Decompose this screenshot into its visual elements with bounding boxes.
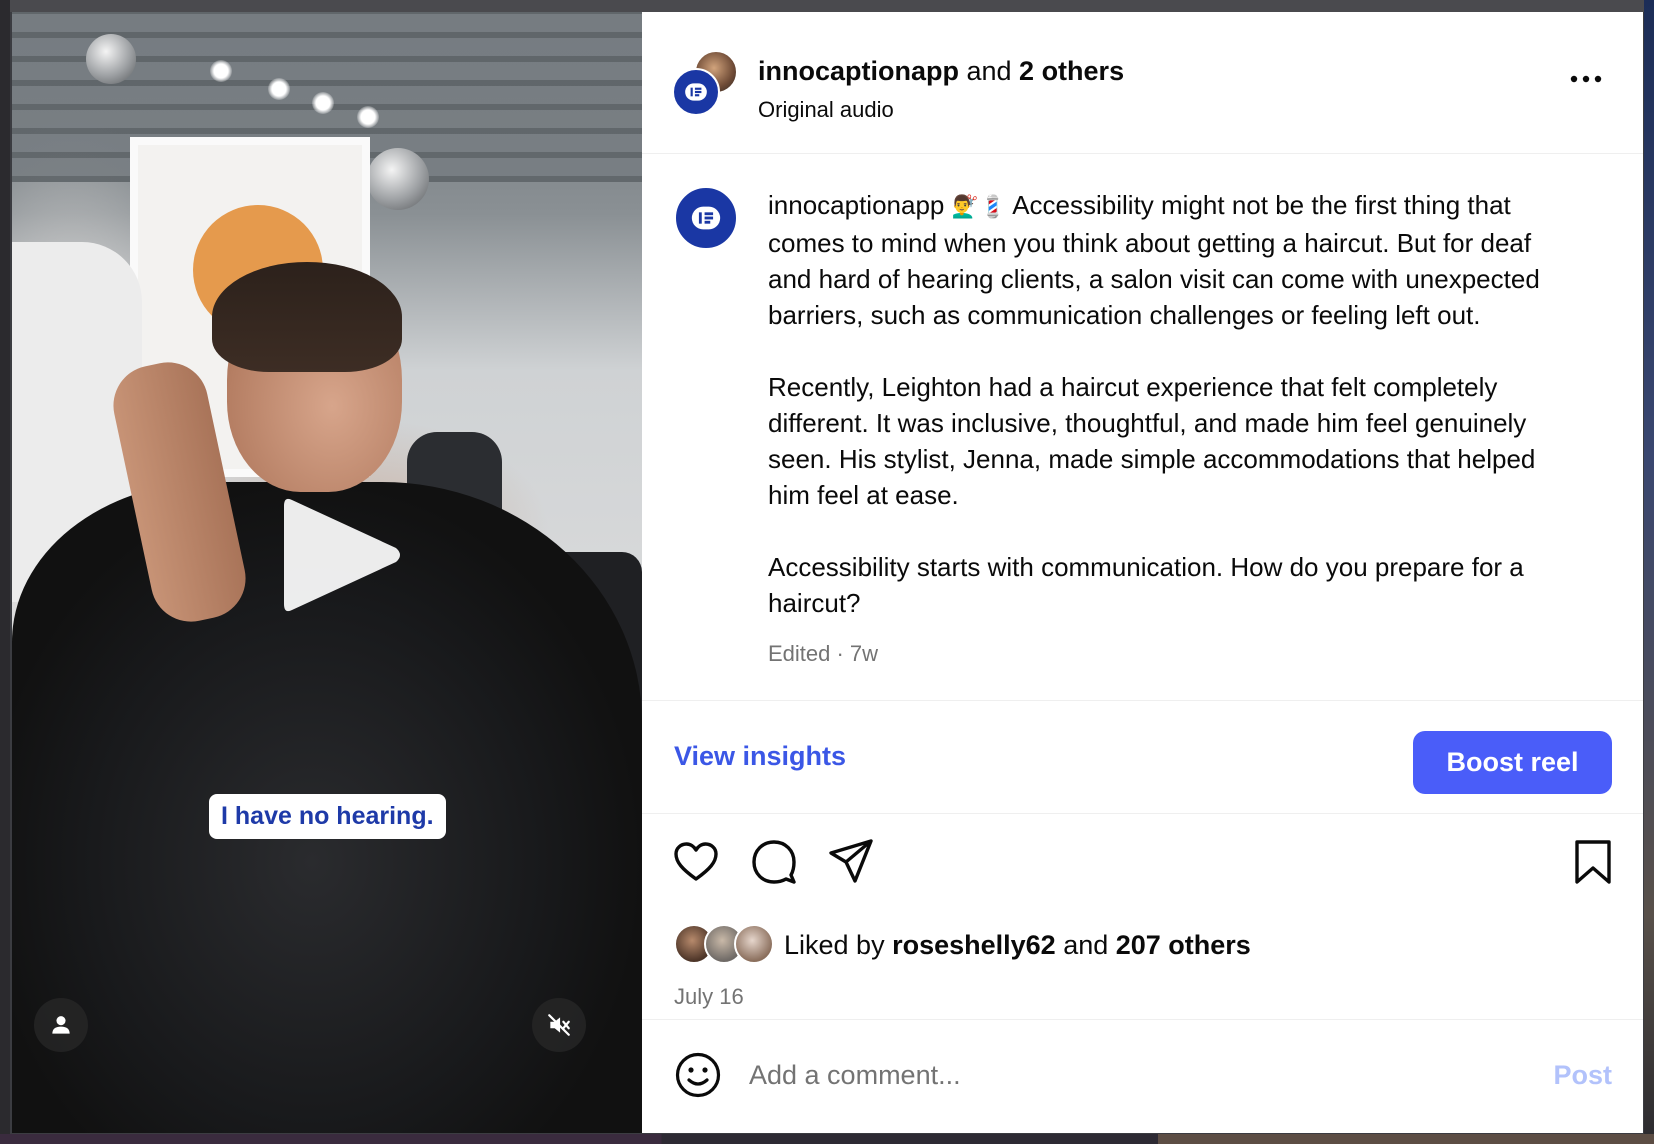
likes-summary: Liked by roseshelly62 and 207 others [674,924,1251,966]
caption-paragraph: Accessibility starts with communication.… [768,552,1524,618]
emoji-icon[interactable] [674,1051,722,1099]
post-header-text: innocaptionapp and 2 others Original aud… [758,56,1124,123]
muted-speaker-icon[interactable] [532,998,586,1052]
more-options-icon[interactable] [1569,72,1603,86]
likes-joiner: and [1055,929,1116,960]
share-icon[interactable] [828,838,874,884]
post-author-line: innocaptionapp and 2 others [758,56,1124,87]
liker-avatar [734,924,774,964]
caption-emoji: 💇‍♂️💈 [951,194,1007,219]
innocaption-logo-icon[interactable] [674,186,738,250]
post-author-username[interactable]: innocaptionapp [758,56,959,86]
liker-avatars [674,924,778,966]
likes-prefix: Liked by [784,929,893,960]
video-scene-hair [212,262,402,372]
owner-actions: View insights Boost reel [642,701,1643,814]
post-comment-button[interactable]: Post [1553,1060,1612,1091]
innocaption-logo-icon [672,68,720,116]
likes-count-link[interactable]: 207 others [1116,930,1251,960]
video-scene-discoball [86,34,136,84]
backdrop-bottom-edge [0,1134,1654,1144]
post-coauthors-link[interactable]: 2 others [1019,56,1124,86]
collab-avatars[interactable] [672,50,738,116]
video-caption-overlay: I have no hearing. [209,794,446,839]
liker-username[interactable]: roseshelly62 [892,930,1056,960]
boost-reel-button[interactable]: Boost reel [1413,731,1612,794]
post-modal: I have no hearing. innocaptionapp and 2 … [12,12,1643,1133]
video-scene-light [357,106,379,128]
video-scene-discoball [367,148,429,210]
post-details-panel: innocaptionapp and 2 others Original aud… [642,12,1643,1133]
bookmark-icon[interactable] [1573,838,1613,886]
video-scene-light [312,92,334,114]
video-scene-light [268,78,290,100]
caption-username[interactable]: innocaptionapp [768,190,944,220]
video-scene-light [210,60,232,82]
reel-video[interactable]: I have no hearing. [12,12,642,1133]
caption-meta: Edited · 7w [768,641,879,666]
view-insights-link[interactable]: View insights [674,741,846,772]
caption-paragraph: Recently, Leighton had a haircut experie… [768,372,1536,510]
heart-icon[interactable] [672,838,720,886]
engagement-section: Liked by roseshelly62 and 207 others Jul… [642,814,1643,1020]
caption-paragraph: innocaptionapp 💇‍♂️💈 Accessibility might… [768,187,1568,333]
tagged-user-icon[interactable] [34,998,88,1052]
post-header: innocaptionapp and 2 others Original aud… [642,12,1643,154]
post-author-joiner: and [958,56,1020,86]
likes-text: Liked by roseshelly62 and 207 others [784,930,1251,961]
caption-body: innocaptionapp 💇‍♂️💈 Accessibility might… [768,187,1568,657]
audio-link[interactable]: Original audio [758,97,1124,123]
backdrop-right-edge [1644,0,1654,1144]
post-date[interactable]: July 16 [674,984,744,1010]
post-caption: innocaptionapp 💇‍♂️💈 Accessibility might… [642,154,1643,701]
play-icon[interactable] [280,490,404,620]
comment-input[interactable] [749,1052,1469,1098]
comment-composer: Post [642,1020,1643,1132]
comment-icon[interactable] [750,838,798,886]
